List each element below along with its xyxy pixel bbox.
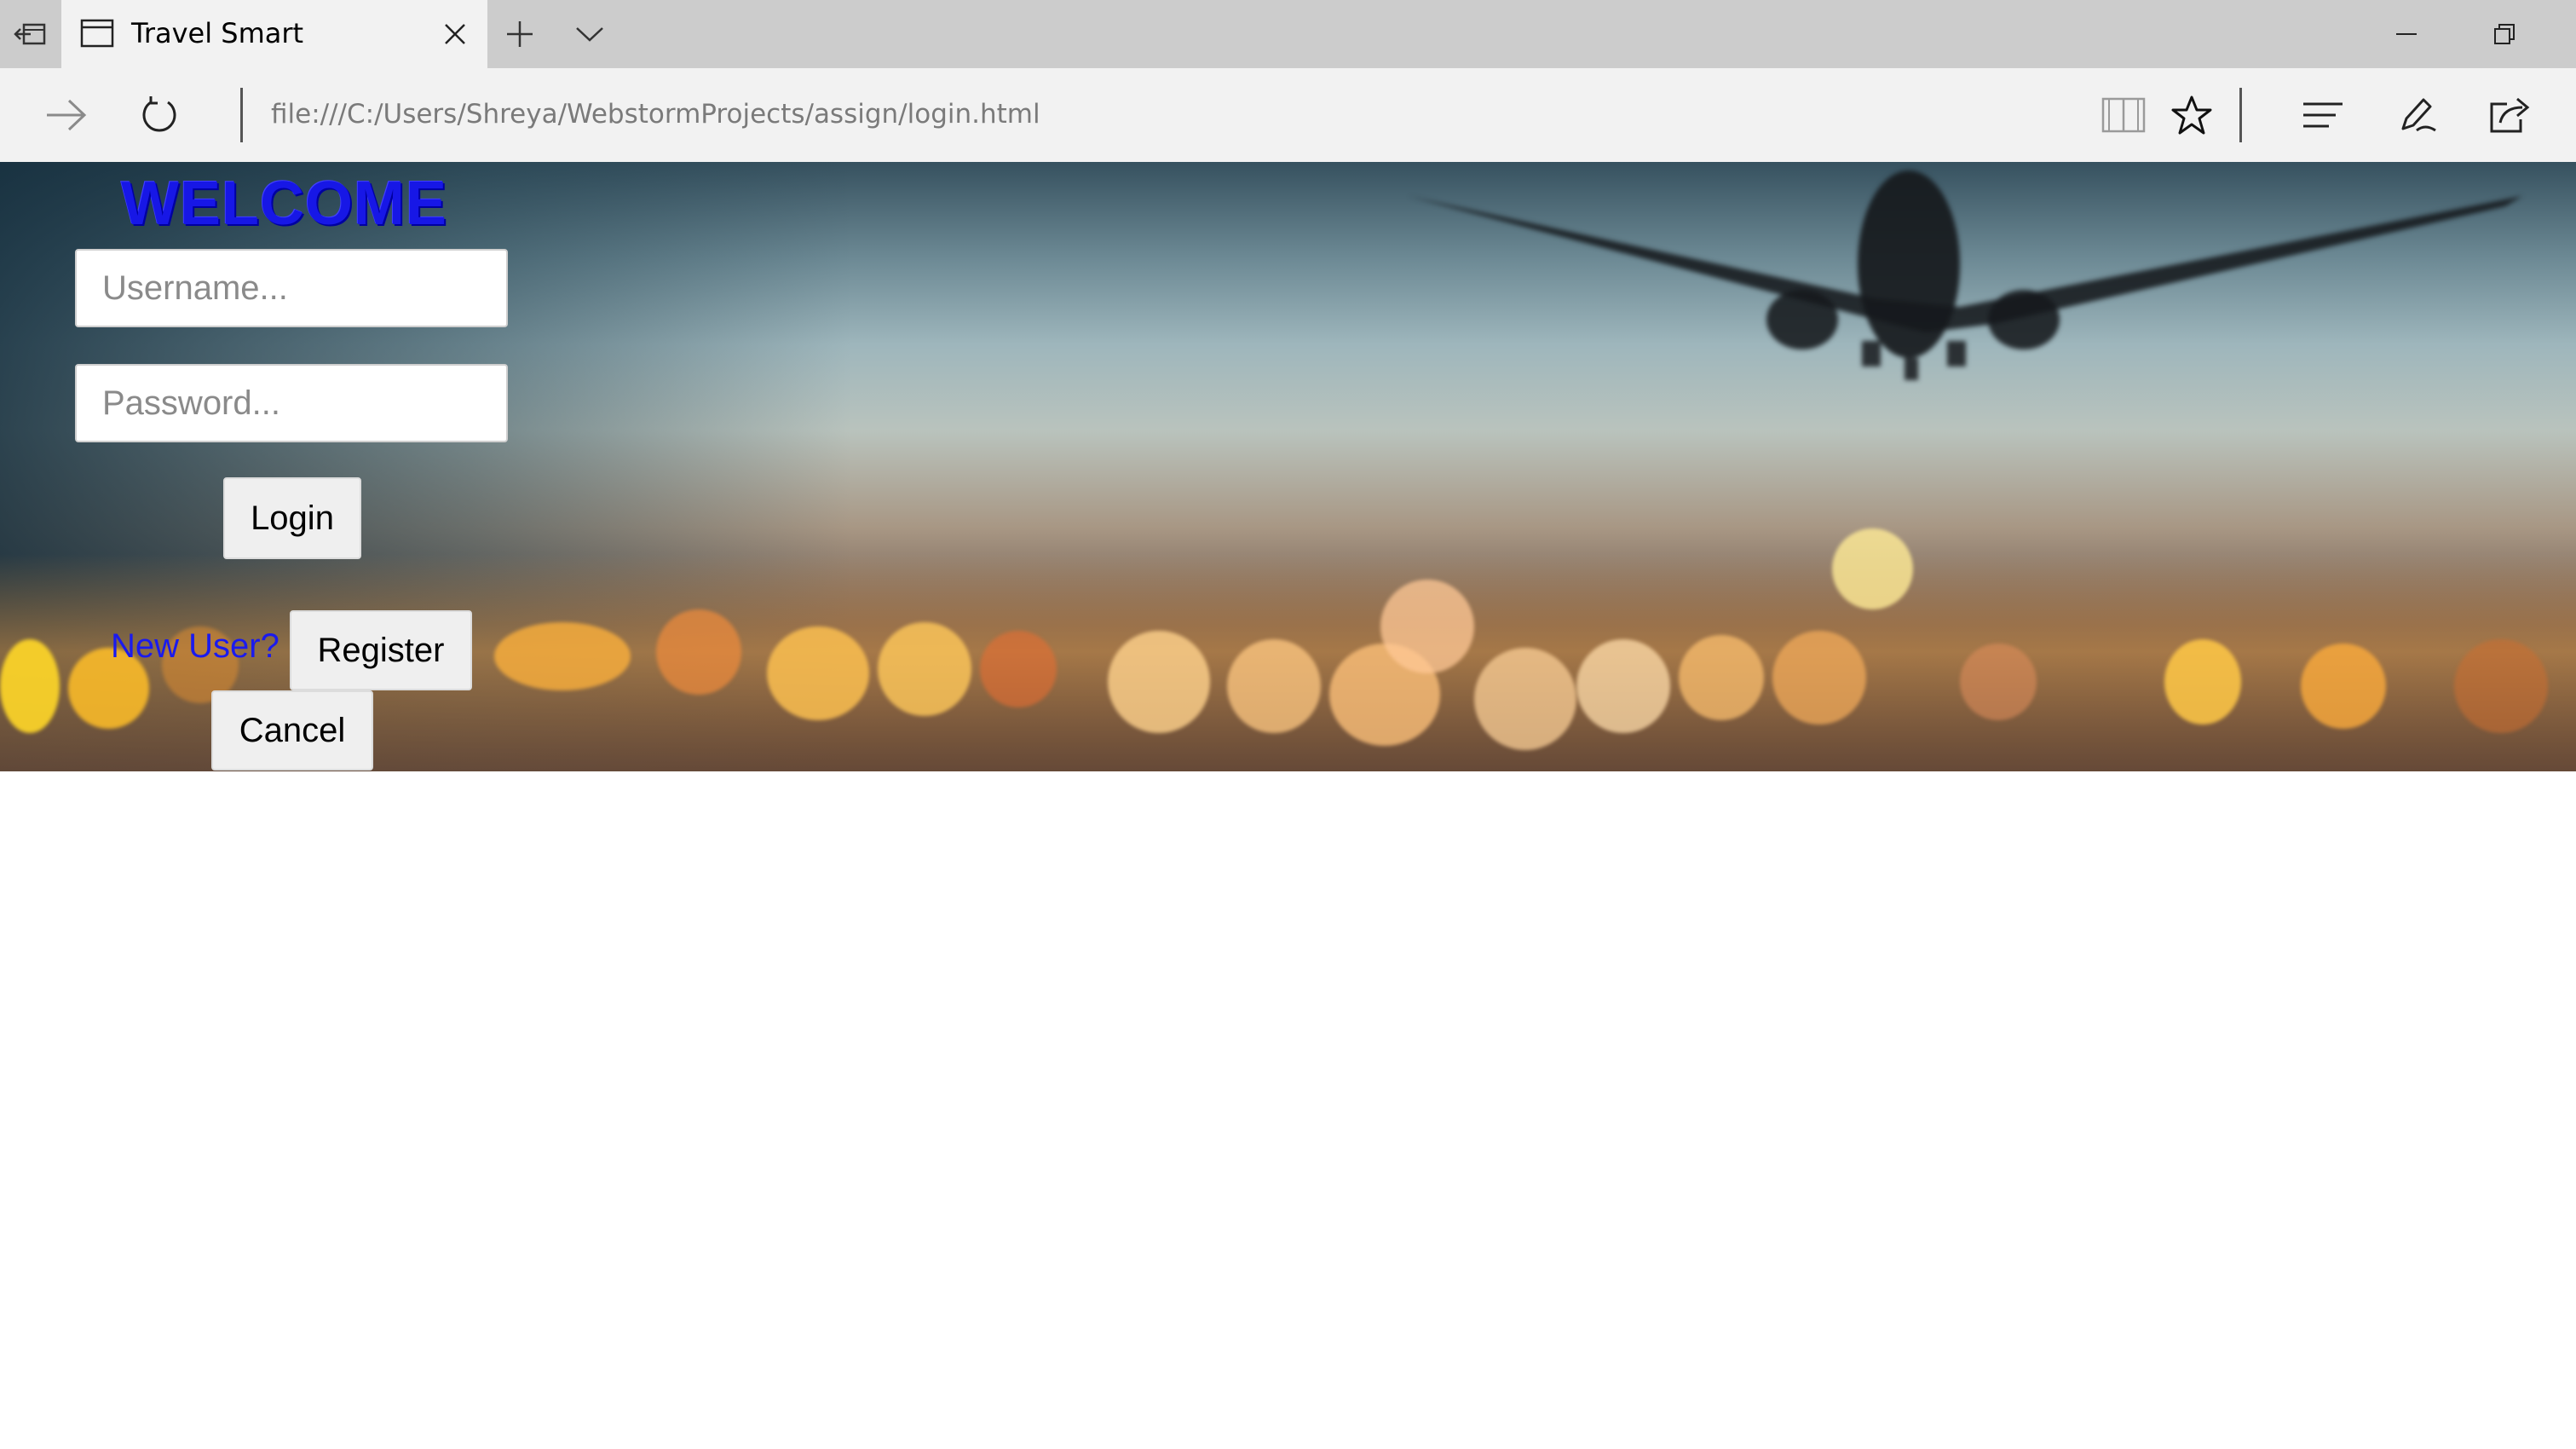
browser-title-bar: Travel Smart [0, 0, 2576, 68]
welcome-heading: WELCOME [121, 170, 447, 238]
hub-button[interactable] [2297, 89, 2348, 141]
pen-icon [2401, 98, 2436, 132]
minimize-icon [2396, 33, 2417, 35]
background-image: WELCOME Login New User? Register Cancel [0, 162, 2576, 771]
register-button[interactable]: Register [290, 610, 472, 690]
browser-toolbar: file:///C:/Users/Shreya/WebstormProjects… [0, 68, 2576, 162]
username-input[interactable] [75, 249, 508, 327]
tab-title: Travel Smart [131, 17, 304, 49]
toolbar-divider [240, 88, 243, 142]
share-button[interactable] [2485, 89, 2536, 141]
tab-list-button[interactable] [573, 17, 607, 51]
tabs-aside-icon [14, 23, 46, 45]
hub-icon [2303, 102, 2343, 128]
chevron-down-icon [576, 27, 603, 42]
share-icon [2490, 97, 2530, 133]
airplane-silhouette [1408, 170, 2522, 380]
cancel-button[interactable]: Cancel [211, 690, 373, 771]
star-icon [2171, 95, 2212, 135]
tab-close-button[interactable] [438, 17, 472, 51]
toolbar-divider-right [2239, 88, 2242, 142]
browser-tab-active[interactable]: Travel Smart [61, 0, 487, 68]
address-bar[interactable]: file:///C:/Users/Shreya/WebstormProjects… [271, 99, 1040, 130]
forward-arrow-icon [47, 99, 87, 131]
book-icon [2101, 97, 2146, 133]
login-button[interactable]: Login [223, 477, 361, 559]
plus-icon [507, 21, 533, 47]
page-viewport: WELCOME Login New User? Register Cancel [0, 162, 2576, 1449]
reading-view-button[interactable] [2098, 89, 2149, 141]
page-icon [80, 19, 114, 48]
forward-button[interactable] [41, 89, 92, 141]
new-tab-button[interactable] [503, 17, 537, 51]
restore-icon [2494, 24, 2515, 44]
web-note-button[interactable] [2391, 89, 2442, 141]
refresh-icon [142, 96, 176, 132]
tabs-aside-button[interactable] [0, 0, 61, 68]
restore-button[interactable] [2484, 17, 2525, 51]
minimize-button[interactable] [2386, 17, 2427, 51]
close-icon [445, 24, 465, 44]
new-user-link[interactable]: New User? [111, 627, 279, 666]
favorite-button[interactable] [2166, 89, 2217, 141]
password-input[interactable] [75, 364, 508, 442]
refresh-button[interactable] [134, 89, 185, 141]
